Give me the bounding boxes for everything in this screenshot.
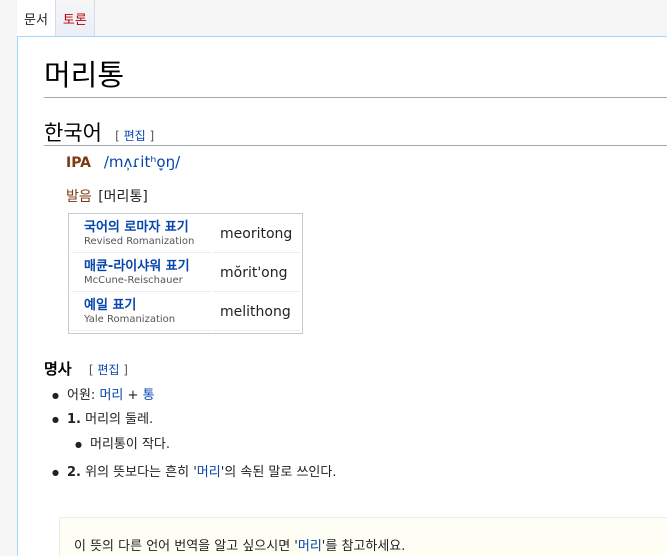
etymology-link-2[interactable]: 통 xyxy=(143,388,155,403)
section-heading-korean: 한국어 [ 편집 ] xyxy=(44,117,667,146)
pronunciation-line: 발음 [머리통] xyxy=(66,186,148,206)
ipa-value[interactable]: /mʌ̹ɾitʰo̞ŋ/ xyxy=(104,153,180,171)
tab-document[interactable]: 문서 xyxy=(17,0,56,37)
table-row: 국어의 로마자 표기 Revised Romanization meoriton… xyxy=(71,216,300,253)
romanization-system-link[interactable]: 예일 표기 xyxy=(84,298,206,313)
romanization-value: melithong xyxy=(214,294,300,331)
definition-list: 어원: 머리 + 통 1. 머리의 둘레. 머리통이 작다. 2. 위의 뜻보다… xyxy=(52,386,337,487)
etymology-link-1[interactable]: 머리 xyxy=(99,388,123,403)
noun-title: 명사 xyxy=(44,360,72,378)
ipa-line: IPA /mʌ̹ɾitʰo̞ŋ/ xyxy=(66,153,180,171)
section-heading-noun: 명사 [ 편집 ] xyxy=(44,358,128,379)
example-item: 머리통이 작다. xyxy=(75,435,337,455)
translation-note: 이 뜻의 다른 언어 번역을 알고 싶으시면 '머리'를 참고하세요. xyxy=(59,517,667,556)
page-title: 머리통 xyxy=(44,55,667,98)
table-row: 매큔-라이샤워 표기 McCune-Reischauer mŏrit'ong xyxy=(71,255,300,292)
pronunciation-value: [머리통] xyxy=(98,189,148,205)
romanization-table: 국어의 로마자 표기 Revised Romanization meoriton… xyxy=(68,213,303,334)
list-item-etymology: 어원: 머리 + 통 xyxy=(52,386,337,406)
content-area: 머리통 한국어 [ 편집 ] IPA /mʌ̹ɾitʰo̞ŋ/ 발음 [머리통]… xyxy=(17,36,667,556)
romanization-value: meoritong xyxy=(214,216,300,253)
list-item-sense-2: 2. 위의 뜻보다는 흔히 '머리'의 속된 말로 쓰인다. xyxy=(52,463,337,483)
example-list: 머리통이 작다. xyxy=(75,435,337,455)
romanization-system-link[interactable]: 국어의 로마자 표기 xyxy=(84,220,206,235)
section-edit-link[interactable]: [ 편집 ] xyxy=(115,129,154,143)
section-title: 한국어 xyxy=(44,121,102,145)
noun-edit-link[interactable]: [ 편집 ] xyxy=(89,363,128,377)
page-tabs: 문서 토론 xyxy=(17,0,95,37)
tab-talk[interactable]: 토론 xyxy=(55,0,95,37)
ipa-label: IPA xyxy=(66,155,92,171)
romanization-value: mŏrit'ong xyxy=(214,255,300,292)
romanization-system-english: Yale Romanization xyxy=(84,314,176,325)
sense2-link[interactable]: 머리 xyxy=(197,465,221,480)
romanization-system-english: McCune-Reischauer xyxy=(84,275,183,286)
pronunciation-label: 발음 xyxy=(66,189,92,205)
romanization-system-english: Revised Romanization xyxy=(84,236,195,247)
table-row: 예일 표기 Yale Romanization melithong xyxy=(71,294,300,331)
note-link[interactable]: 머리 xyxy=(298,539,322,554)
list-item-sense-1: 1. 머리의 둘레. 머리통이 작다. xyxy=(52,410,337,455)
romanization-system-link[interactable]: 매큔-라이샤워 표기 xyxy=(84,259,206,274)
